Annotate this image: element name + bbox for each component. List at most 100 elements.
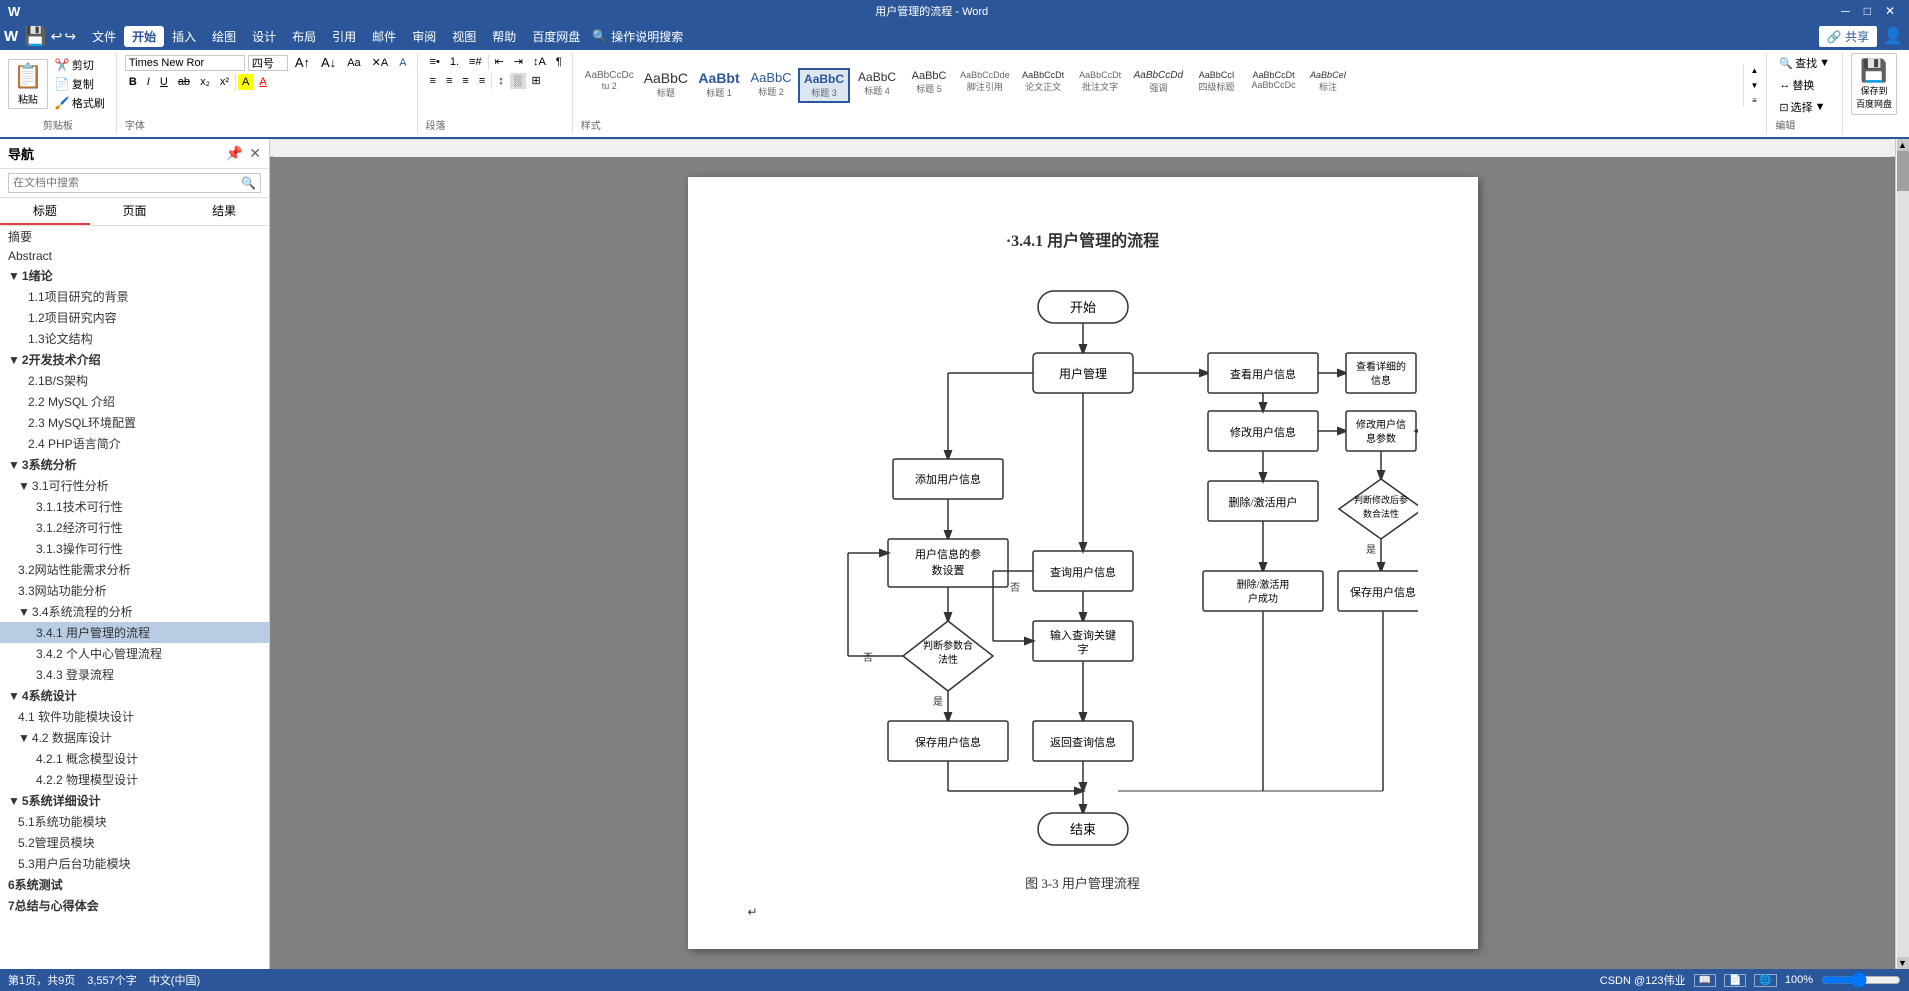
copy-btn[interactable]: 📄 复制 (52, 75, 108, 93)
styles-up-btn[interactable]: ▲ (1746, 64, 1762, 77)
style-item-7[interactable]: AaBbCcDde 脚注引用 (956, 68, 1014, 103)
clear-format-btn[interactable]: ✕A (368, 54, 393, 71)
text-highlight-btn[interactable]: A (238, 74, 253, 90)
scroll-up-btn[interactable]: ▲ (1897, 139, 1909, 151)
italic-btn[interactable]: I (143, 74, 154, 90)
menu-review[interactable]: 审阅 (404, 26, 444, 47)
save-baidu-btn[interactable]: 💾 保存到 百度网盘 (1851, 53, 1897, 115)
menu-draw[interactable]: 绘图 (204, 26, 244, 47)
nav-item-3-4-3[interactable]: 3.4.3 登录流程 (0, 664, 269, 685)
nav-tab-headings[interactable]: 标题 (0, 198, 90, 225)
text-effect-btn[interactable]: A (395, 55, 410, 71)
style-item-12[interactable]: AaBbCcDt AaBbCcDc (1246, 68, 1301, 103)
nav-item-2-2[interactable]: 2.2 MySQL 介绍 (0, 391, 269, 412)
borders-btn[interactable]: ⊞ (528, 72, 545, 89)
v-scrollbar[interactable]: ▲ ▼ (1895, 139, 1909, 969)
nav-item-5-1[interactable]: 5.1系统功能模块 (0, 811, 269, 832)
menu-layout[interactable]: 布局 (284, 26, 324, 47)
font-color-btn[interactable]: A (255, 74, 270, 90)
nav-item-summary[interactable]: 摘要 (0, 226, 269, 247)
nav-item-5-2[interactable]: 5.2管理员模块 (0, 832, 269, 853)
superscript-btn[interactable]: x² (216, 74, 233, 90)
subscript-btn[interactable]: x₂ (196, 74, 214, 90)
style-item-2[interactable]: AaBbt 标题 1 (694, 68, 744, 103)
show-formatting-btn[interactable]: ¶ (552, 54, 566, 70)
styles-down-btn[interactable]: ▼ (1746, 79, 1762, 92)
nav-item-abstract[interactable]: Abstract (0, 247, 269, 265)
nav-item-ch7[interactable]: 7总结与心得体会 (0, 895, 269, 916)
menu-references[interactable]: 引用 (324, 26, 364, 47)
font-name-input[interactable] (125, 55, 245, 71)
style-item-5[interactable]: AaBbC 标题 4 (852, 68, 902, 103)
format-painter-btn[interactable]: 🖌️ 格式刷 (52, 94, 108, 112)
nav-tab-pages[interactable]: 页面 (90, 198, 180, 225)
align-right-btn[interactable]: ≡ (458, 73, 472, 89)
nav-search-input[interactable] (13, 177, 241, 189)
nav-item-3-4-1[interactable]: 3.4.1 用户管理的流程 (0, 622, 269, 643)
menu-mail[interactable]: 邮件 (364, 26, 404, 47)
menu-help[interactable]: 帮助 (484, 26, 524, 47)
nav-item-3-2[interactable]: 3.2网站性能需求分析 (0, 559, 269, 580)
menu-home[interactable]: 开始 (124, 26, 164, 47)
nav-item-4-2-2[interactable]: 4.2.2 物理模型设计 (0, 769, 269, 790)
style-item-11[interactable]: AaBbCcI 四级标题 (1189, 68, 1244, 103)
menu-file[interactable]: 文件 (84, 26, 124, 47)
nav-item-3-1-3[interactable]: 3.1.3操作可行性 (0, 538, 269, 559)
nav-pin-btn[interactable]: 📌 (226, 145, 243, 162)
menu-insert[interactable]: 插入 (164, 26, 204, 47)
nav-item-3-1-2[interactable]: 3.1.2经济可行性 (0, 517, 269, 538)
style-item-4[interactable]: AaBbC 标题 3 (798, 68, 850, 103)
nav-item-ch2[interactable]: ▼2开发技术介绍 (0, 349, 269, 370)
save-qat-btn[interactable]: 💾 (24, 26, 46, 47)
style-item-9[interactable]: AaBbCcDt 批注文字 (1073, 68, 1128, 103)
line-spacing-btn[interactable]: ↕ (494, 73, 508, 89)
nav-item-4-1[interactable]: 4.1 软件功能模块设计 (0, 706, 269, 727)
select-btn[interactable]: ⊡ 选择 ▼ (1775, 97, 1834, 117)
scroll-thumb[interactable] (1897, 151, 1909, 191)
nav-item-3-4-2[interactable]: 3.4.2 个人中心管理流程 (0, 643, 269, 664)
change-case-btn[interactable]: Aa (343, 55, 364, 71)
user-avatar[interactable]: 👤 (1881, 24, 1905, 48)
align-left-btn[interactable]: ≡ (426, 73, 440, 89)
decrease-indent-btn[interactable]: ⇤ (491, 53, 508, 70)
nav-item-ch4[interactable]: ▼4系统设计 (0, 685, 269, 706)
menu-view[interactable]: 视图 (444, 26, 484, 47)
align-center-btn[interactable]: ≡ (442, 73, 456, 89)
redo-btn[interactable]: ↪ (64, 28, 76, 45)
nav-item-4-2-1[interactable]: 4.2.1 概念模型设计 (0, 748, 269, 769)
nav-item-2-1[interactable]: 2.1B/S架构 (0, 370, 269, 391)
replace-btn[interactable]: ↔ 替换 (1775, 75, 1834, 95)
find-btn[interactable]: 🔍 查找 ▼ (1775, 53, 1834, 73)
nav-item-ch1[interactable]: ▼1绪论 (0, 265, 269, 286)
nav-item-2-3[interactable]: 2.3 MySQL环境配置 (0, 412, 269, 433)
scroll-down-btn[interactable]: ▼ (1897, 957, 1909, 969)
numbering-btn[interactable]: 1. (446, 54, 463, 70)
nav-item-3-3[interactable]: 3.3网站功能分析 (0, 580, 269, 601)
underline-btn[interactable]: U (156, 74, 172, 90)
nav-item-3-1-1[interactable]: 3.1.1技术可行性 (0, 496, 269, 517)
nav-item-5-3[interactable]: 5.3用户后台功能模块 (0, 853, 269, 874)
nav-item-1-2[interactable]: 1.2项目研究内容 (0, 307, 269, 328)
multilevel-btn[interactable]: ≡# (465, 54, 486, 70)
style-item-3[interactable]: AaBbC 标题 2 (746, 68, 796, 103)
nav-item-3-4[interactable]: ▼3.4系统流程的分析 (0, 601, 269, 622)
nav-item-1-1[interactable]: 1.1项目研究的背景 (0, 286, 269, 307)
minimize-btn[interactable]: ─ (1835, 4, 1856, 18)
paste-btn[interactable]: 📋 粘贴 (8, 59, 48, 109)
style-item-6[interactable]: AaBbC 标题 5 (904, 68, 954, 103)
nav-search-icon[interactable]: 🔍 (241, 176, 256, 190)
menu-design[interactable]: 设计 (244, 26, 284, 47)
grow-font-btn[interactable]: A↑ (291, 53, 314, 72)
increase-indent-btn[interactable]: ⇥ (510, 53, 527, 70)
sort-btn[interactable]: ↕A (529, 54, 550, 70)
font-size-input[interactable] (248, 55, 288, 71)
nav-close-btn[interactable]: ✕ (249, 145, 261, 162)
nav-item-3-1[interactable]: ▼3.1可行性分析 (0, 475, 269, 496)
undo-btn[interactable]: ↩ (51, 28, 63, 45)
page-view-btn[interactable]: 📄 (1724, 974, 1746, 987)
bold-btn[interactable]: B (125, 74, 141, 90)
nav-item-ch6[interactable]: 6系统测试 (0, 874, 269, 895)
cut-btn[interactable]: ✂️ 剪切 (52, 56, 108, 74)
close-btn[interactable]: ✕ (1879, 4, 1901, 18)
nav-item-ch5[interactable]: ▼5系统详细设计 (0, 790, 269, 811)
